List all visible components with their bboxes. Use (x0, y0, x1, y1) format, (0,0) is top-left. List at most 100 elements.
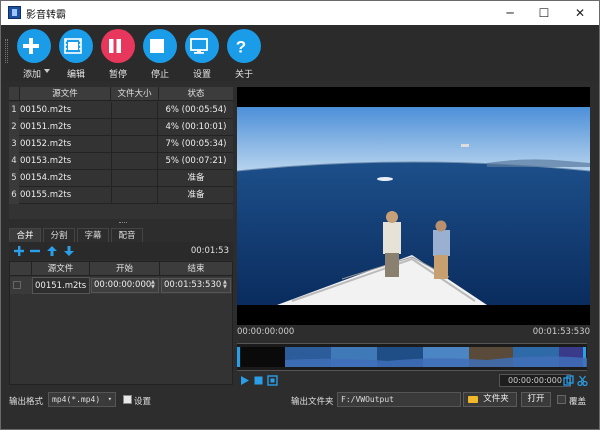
video-preview[interactable] (236, 87, 591, 325)
add-segment-icon[interactable] (13, 245, 25, 257)
move-down-icon[interactable] (63, 245, 75, 257)
tab-subtitle[interactable]: 字幕 (77, 228, 109, 242)
overwrite-label: 覆盖 (569, 397, 587, 407)
segment-start-value: 00:00:00:000 (94, 280, 152, 290)
output-format-select[interactable]: mp4(*.mp4) ▾ (48, 392, 116, 407)
row-number: 6 (9, 187, 19, 204)
row-source-file: 00153.m2ts (20, 156, 72, 166)
row-number: 2 (9, 119, 19, 136)
start-spin-icon[interactable]: ▲ ▼ (151, 280, 157, 291)
settings-checkbox[interactable] (123, 395, 132, 404)
row-status: 7% (00:05:34) (165, 139, 227, 149)
stop-icon (150, 39, 164, 53)
folder-icon (468, 396, 478, 403)
output-folder-label: 输出文件夹 (291, 397, 334, 407)
app-window: 影音转霸 ─ ☐ ✕ 添加 编辑 暂停 停止 设置 ? 关于 源文件 文件大小 … (0, 0, 600, 430)
segment-table-header: 源文件 开始 结束 (10, 262, 232, 276)
film-edit-icon (64, 38, 82, 54)
segment-end-input[interactable]: 00:01:53:530 ▲ ▼ (161, 278, 231, 293)
chevron-down-icon: ▾ (107, 395, 112, 403)
table-row[interactable]: 1 00150.m2ts 6% (00:05:54) (9, 102, 233, 119)
col-seg-end[interactable]: 结束 (160, 262, 232, 276)
overwrite-checkbox[interactable] (557, 395, 566, 404)
row-file-size (111, 187, 158, 204)
segment-total-duration: 00:01:53 (190, 246, 229, 256)
col-seg-source[interactable]: 源文件 (32, 262, 90, 276)
segment-start-input[interactable]: 00:00:00:000 ▲ ▼ (91, 278, 159, 293)
col-source-file[interactable]: 源文件 (20, 87, 111, 101)
browse-folder-button[interactable]: 文件夹 (463, 392, 517, 407)
col-status[interactable]: 状态 (159, 87, 233, 101)
row-file-size (111, 153, 158, 170)
end-spin-icon[interactable]: ▲ ▼ (223, 280, 229, 291)
file-table-header: 源文件 文件大小 状态 (9, 87, 233, 101)
table-row[interactable]: 5 00154.m2ts 准备 (9, 170, 233, 187)
table-row[interactable]: 2 00151.m2ts 4% (00:10:01) (9, 119, 233, 136)
settings-button[interactable]: 设置 (182, 29, 222, 80)
edit-button[interactable]: 编辑 (56, 29, 96, 80)
output-folder-input[interactable]: F:/VWOutput (337, 392, 461, 407)
timeline-thumbnail-strip[interactable] (237, 343, 587, 371)
copy-icon[interactable] (563, 375, 574, 386)
timeline-end-time: 00:01:53:530 (532, 327, 590, 337)
toolbar-grip[interactable] (5, 39, 8, 63)
question-icon: ? (236, 38, 246, 57)
row-source-file: 00152.m2ts (20, 139, 72, 149)
title-bar: 影音转霸 ─ ☐ ✕ (1, 1, 599, 25)
stop-playback-icon[interactable] (253, 375, 264, 386)
col-seg-start[interactable]: 开始 (90, 262, 160, 276)
close-button[interactable]: ✕ (563, 1, 597, 25)
scissors-icon[interactable] (577, 375, 588, 386)
current-time-display: 00:00:00:000 (499, 374, 571, 387)
row-file-size (111, 136, 158, 153)
timeline-start-time: 00:00:00:000 (237, 327, 295, 337)
player-controls: 00:00:00:000 (237, 374, 590, 388)
table-row[interactable]: 4 00153.m2ts 5% (00:07:21) (9, 153, 233, 170)
browse-folder-label: 文件夹 (483, 394, 509, 404)
app-logo-icon (8, 6, 21, 19)
row-number: 4 (9, 153, 19, 170)
settings-checkbox-label: 设置 (134, 397, 152, 407)
row-file-size (111, 102, 158, 119)
table-row[interactable]: 3 00152.m2ts 7% (00:05:34) (9, 136, 233, 153)
row-number: 1 (9, 102, 19, 119)
fullscreen-icon[interactable] (267, 375, 278, 386)
row-number: 3 (9, 136, 19, 153)
about-label: 关于 (234, 70, 253, 80)
about-button[interactable]: ? 关于 (224, 29, 264, 80)
row-file-size (111, 170, 158, 187)
remove-segment-icon[interactable] (29, 245, 41, 257)
play-icon[interactable] (239, 375, 250, 386)
col-file-size[interactable]: 文件大小 (111, 87, 159, 101)
stop-button[interactable]: 停止 (140, 29, 180, 80)
output-format-value: mp4(*.mp4) (52, 395, 101, 404)
output-format-label: 输出格式 (9, 397, 44, 407)
move-up-icon[interactable] (46, 245, 58, 257)
segment-source-file: 00151.m2ts (32, 277, 90, 294)
timeline-thumbnails (237, 344, 587, 370)
segment-table: 源文件 开始 结束 00151.m2ts 00:00:00:000 ▲ ▼ 00:… (9, 261, 233, 385)
tab-split[interactable]: 分割 (43, 228, 75, 242)
open-folder-button[interactable]: 打开 (521, 392, 551, 407)
panel-splitter[interactable] (119, 222, 127, 224)
row-status: 4% (00:10:01) (165, 122, 227, 132)
segment-toolbar: 00:01:53 (9, 242, 233, 260)
tab-dubbing[interactable]: 配音 (111, 228, 143, 242)
row-status: 准备 (187, 190, 205, 200)
tab-merge[interactable]: 合并 (9, 228, 41, 242)
minimize-button[interactable]: ─ (493, 1, 527, 25)
add-dropdown-chevron-icon[interactable] (44, 69, 50, 73)
output-folder-value: F:/VWOutput (341, 395, 394, 404)
row-source-file: 00155.m2ts (20, 190, 72, 200)
row-status: 准备 (187, 173, 205, 183)
timeline-labels: 00:00:00:000 00:01:53:530 (237, 327, 590, 339)
table-row[interactable]: 6 00155.m2ts 准备 (9, 187, 233, 204)
segment-row[interactable]: 00151.m2ts 00:00:00:000 ▲ ▼ 00:01:53:530 … (10, 277, 232, 294)
pause-label: 暂停 (108, 70, 127, 80)
pause-button[interactable]: 暂停 (98, 29, 138, 80)
maximize-button[interactable]: ☐ (527, 1, 561, 25)
settings-label: 设置 (192, 70, 211, 80)
file-list-table: 源文件 文件大小 状态 1 00150.m2ts 6% (00:05:54) 2 001… (9, 87, 233, 219)
stop-label: 停止 (150, 70, 169, 80)
row-source-file: 00154.m2ts (20, 173, 72, 183)
